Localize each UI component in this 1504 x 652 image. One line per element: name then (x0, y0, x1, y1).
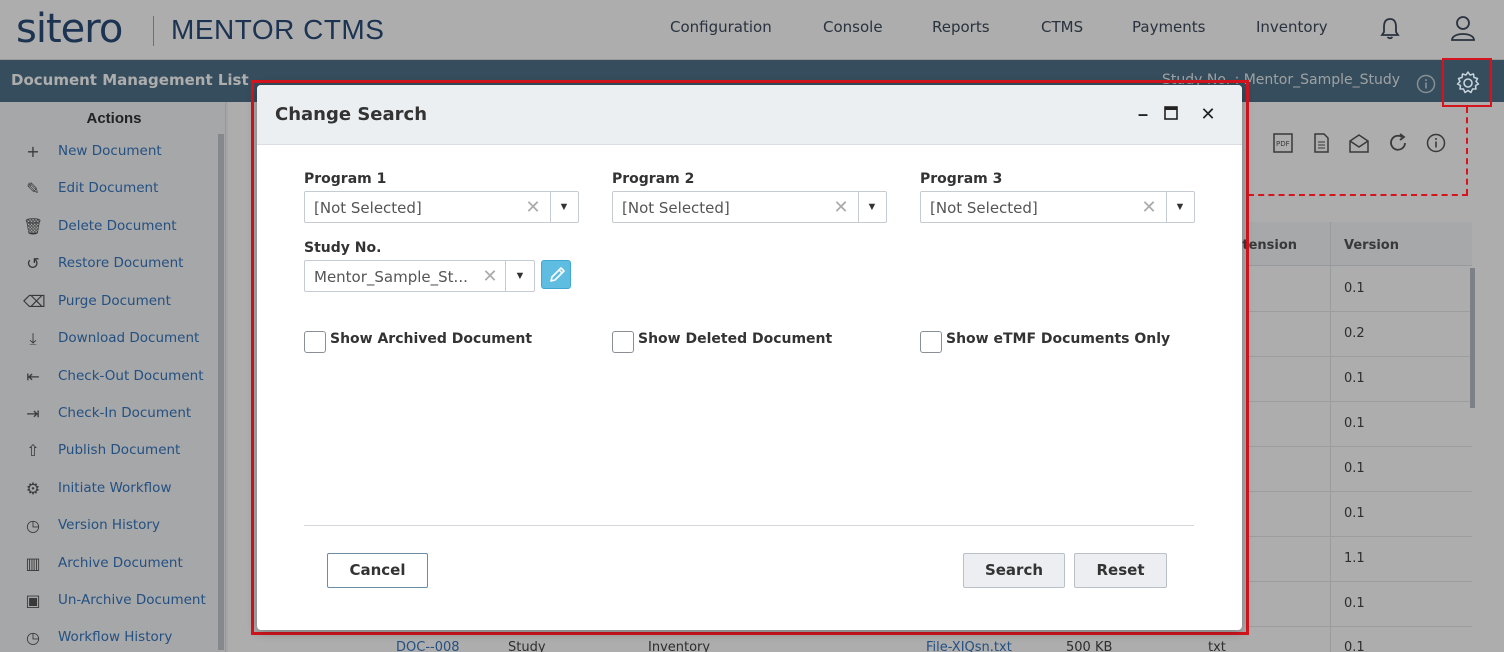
change-search-dialog: Change Search – ✕ Program 1 [Not Selecte… (257, 85, 1242, 630)
chevron-down-icon[interactable]: ▼ (553, 197, 575, 217)
show-etmf-checkbox[interactable] (920, 331, 942, 353)
program2-label: Program 2 (612, 171, 695, 187)
show-etmf-label[interactable]: Show eTMF Documents Only (946, 331, 1170, 347)
program3-label: Program 3 (920, 171, 1003, 187)
reset-button[interactable]: Reset (1074, 553, 1167, 588)
program1-select[interactable]: [Not Selected] ✕ ▼ (304, 191, 579, 223)
pencil-icon (550, 267, 565, 282)
show-deleted-checkbox[interactable] (612, 331, 634, 353)
clear-icon[interactable]: ✕ (832, 196, 850, 218)
clear-icon[interactable]: ✕ (1140, 196, 1158, 218)
chevron-down-icon[interactable]: ▼ (861, 197, 883, 217)
edit-study-button[interactable] (541, 260, 571, 289)
chevron-down-icon[interactable]: ▼ (1169, 197, 1191, 217)
program3-select[interactable]: [Not Selected] ✕ ▼ (920, 191, 1195, 223)
clear-icon[interactable]: ✕ (524, 196, 542, 218)
callout-connector (1248, 194, 1468, 196)
dialog-divider (304, 525, 1194, 526)
close-icon[interactable]: ✕ (1197, 103, 1219, 125)
minimize-button[interactable]: – (1132, 103, 1154, 125)
search-button[interactable]: Search (963, 553, 1065, 588)
callout-connector (1466, 107, 1468, 195)
dialog-title: Change Search (275, 104, 428, 125)
maximize-icon[interactable] (1164, 106, 1178, 120)
show-archived-label[interactable]: Show Archived Document (330, 331, 532, 347)
program2-select[interactable]: [Not Selected] ✕ ▼ (612, 191, 887, 223)
chevron-down-icon[interactable]: ▼ (509, 266, 531, 286)
settings-highlight (1442, 58, 1492, 107)
cancel-button[interactable]: Cancel (327, 553, 428, 588)
dialog-header: Change Search – ✕ (257, 85, 1242, 145)
program1-label: Program 1 (304, 171, 387, 187)
gear-icon[interactable] (1455, 70, 1481, 96)
show-deleted-label[interactable]: Show Deleted Document (638, 331, 832, 347)
study-no-select[interactable]: Mentor_Sample_St... ✕ ▼ (304, 260, 535, 292)
study-no-label: Study No. (304, 240, 382, 256)
clear-icon[interactable]: ✕ (481, 265, 499, 287)
show-archived-checkbox[interactable] (304, 331, 326, 353)
